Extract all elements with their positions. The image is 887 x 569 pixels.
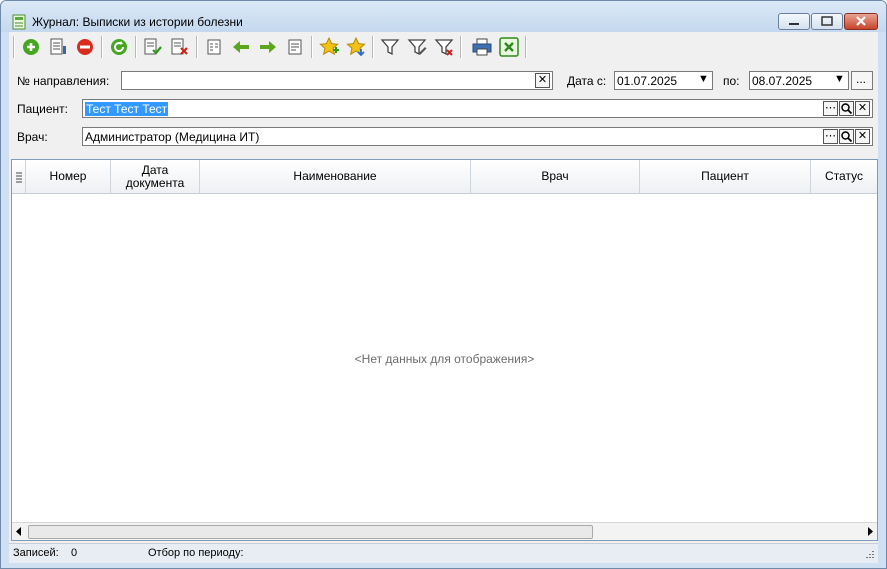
column-header-number[interactable]: Номер bbox=[26, 160, 111, 193]
minimize-icon bbox=[789, 23, 799, 25]
close-icon: ✕ bbox=[857, 130, 868, 142]
check-document-icon[interactable] bbox=[142, 36, 164, 58]
resize-grip-icon[interactable] bbox=[864, 548, 875, 559]
chevron-down-icon: ▼ bbox=[698, 73, 709, 85]
date-from-label: Дата с: bbox=[567, 74, 607, 88]
period-button[interactable]: ... bbox=[851, 71, 873, 90]
date-to-dropdown[interactable]: ▼ bbox=[832, 73, 847, 88]
records-grid[interactable]: Номер Дата документа Наименование Врач П… bbox=[11, 159, 878, 541]
direction-input[interactable]: ✕ bbox=[121, 71, 553, 90]
ellipsis-icon: ⋯ bbox=[825, 102, 836, 114]
toolbar-separator bbox=[525, 36, 527, 58]
doctor-clear-button[interactable]: ✕ bbox=[855, 129, 870, 144]
search-icon bbox=[841, 103, 853, 115]
maximize-icon bbox=[821, 16, 833, 26]
toolbar-separator bbox=[135, 36, 137, 58]
minimize-button[interactable] bbox=[778, 13, 810, 30]
maximize-button[interactable] bbox=[811, 13, 843, 30]
patient-clear-button[interactable]: ✕ bbox=[855, 101, 870, 116]
close-button[interactable] bbox=[844, 13, 878, 30]
delete-icon[interactable] bbox=[74, 36, 96, 58]
window-title: Журнал: Выписки из истории болезни bbox=[32, 15, 243, 29]
close-icon: ✕ bbox=[857, 102, 868, 114]
filter-clear-icon[interactable] bbox=[433, 36, 455, 58]
scroll-thumb[interactable] bbox=[28, 525, 593, 539]
date-to-input[interactable]: 08.07.2025 ▼ bbox=[749, 71, 849, 90]
date-from-dropdown[interactable]: ▼ bbox=[696, 73, 711, 88]
star-down-icon[interactable] bbox=[345, 36, 367, 58]
clear-direction-button[interactable]: ✕ bbox=[535, 73, 550, 88]
app-window: Журнал: Выписки из истории болезни № нап… bbox=[0, 0, 887, 569]
column-header-status[interactable]: Статус bbox=[811, 160, 877, 193]
toolbar-separator bbox=[372, 36, 374, 58]
column-chooser-icon bbox=[15, 172, 22, 182]
add-icon[interactable] bbox=[20, 36, 42, 58]
doctor-label: Врач: bbox=[17, 130, 48, 144]
doctor-more-button[interactable]: ⋯ bbox=[823, 129, 838, 144]
records-count: 0 bbox=[71, 547, 78, 559]
star-add-icon[interactable] bbox=[318, 36, 340, 58]
cancel-document-icon[interactable] bbox=[169, 36, 191, 58]
refresh-icon[interactable] bbox=[108, 36, 130, 58]
search-icon bbox=[841, 131, 853, 143]
column-chooser-button[interactable] bbox=[12, 160, 26, 193]
toolbar-separator bbox=[196, 36, 198, 58]
toolbar bbox=[9, 32, 878, 62]
patient-input[interactable]: Тест Тест Тест ⋯ ✕ bbox=[82, 99, 873, 118]
excel-icon[interactable] bbox=[498, 36, 520, 58]
print-icon[interactable] bbox=[471, 36, 493, 58]
edit-document-icon[interactable] bbox=[47, 36, 69, 58]
document-export-icon[interactable] bbox=[284, 36, 306, 58]
column-header-name[interactable]: Наименование bbox=[200, 160, 471, 193]
column-header-date[interactable]: Дата документа bbox=[111, 160, 200, 193]
scroll-left-icon[interactable] bbox=[14, 526, 24, 537]
toolbar-separator bbox=[311, 36, 313, 58]
doctor-search-button[interactable] bbox=[839, 129, 854, 144]
horizontal-scrollbar[interactable] bbox=[12, 522, 877, 540]
empty-grid-message: <Нет данных для отображения> bbox=[354, 352, 535, 366]
patient-more-button[interactable]: ⋯ bbox=[823, 101, 838, 116]
title-bar: Журнал: Выписки из истории болезни bbox=[1, 1, 886, 32]
records-label: Записей: bbox=[13, 547, 59, 559]
close-icon bbox=[856, 16, 866, 26]
column-header-doctor[interactable]: Врач bbox=[471, 160, 640, 193]
ellipsis-icon: ⋯ bbox=[825, 130, 836, 142]
toolbar-separator bbox=[101, 36, 103, 58]
patient-search-button[interactable] bbox=[839, 101, 854, 116]
chevron-down-icon: ▼ bbox=[834, 73, 845, 85]
doctor-input[interactable]: Администратор (Медицина ИТ) ⋯ ✕ bbox=[82, 127, 873, 146]
toolbar-separator bbox=[13, 36, 15, 58]
date-from-input[interactable]: 01.07.2025 ▼ bbox=[614, 71, 713, 90]
date-to-label: по: bbox=[723, 74, 740, 88]
scroll-right-icon[interactable] bbox=[865, 526, 875, 537]
status-bar: Записей: 0 Отбор по периоду: bbox=[9, 543, 878, 563]
journal-icon bbox=[12, 14, 26, 30]
column-header-patient[interactable]: Пациент bbox=[640, 160, 811, 193]
close-icon: ✕ bbox=[537, 74, 548, 86]
filter-icon[interactable] bbox=[379, 36, 401, 58]
arrow-left-icon[interactable] bbox=[230, 36, 252, 58]
direction-label: № направления: bbox=[17, 74, 110, 88]
toolbar-separator bbox=[460, 36, 462, 58]
filter-edit-icon[interactable] bbox=[406, 36, 428, 58]
arrow-right-icon[interactable] bbox=[257, 36, 279, 58]
document-list-icon[interactable] bbox=[203, 36, 225, 58]
period-filter-label: Отбор по периоду: bbox=[148, 547, 244, 559]
grid-header: Номер Дата документа Наименование Врач П… bbox=[12, 160, 877, 194]
patient-label: Пациент: bbox=[17, 102, 69, 116]
window-client: № направления: ✕ Дата с: 01.07.2025 ▼ по… bbox=[9, 32, 878, 563]
